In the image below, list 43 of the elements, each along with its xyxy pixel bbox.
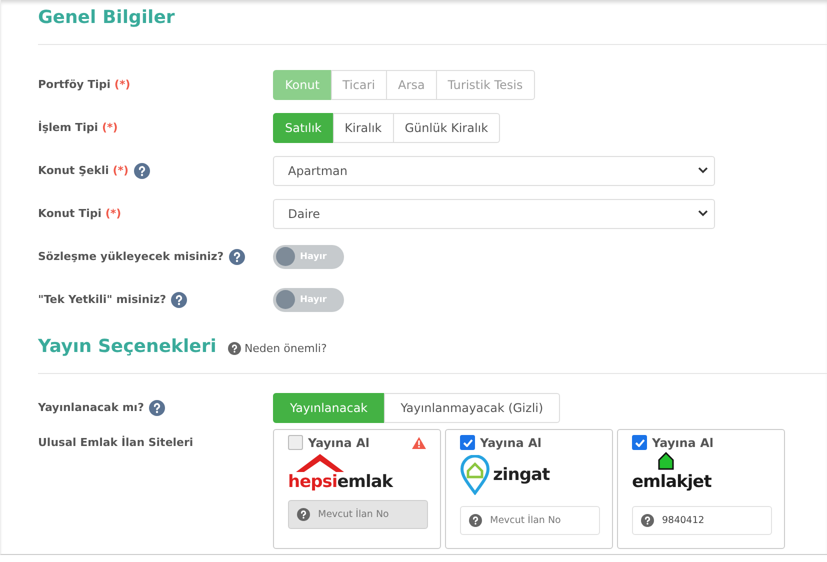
site-logo-text: zingat (493, 465, 550, 485)
checkbox-label: Yayına Al (652, 436, 714, 450)
listing-number-field[interactable]: 9840412 (632, 506, 772, 535)
field-label: Portföy Tipi (*) (38, 78, 130, 91)
info-link[interactable]: Neden önemli? (244, 342, 327, 354)
checkbox[interactable] (288, 435, 303, 450)
checkmark-icon (634, 438, 644, 446)
checkbox[interactable] (460, 435, 475, 450)
chevron-down-icon (698, 167, 708, 174)
segment-tab[interactable]: Yayınlanmayacak (Gizli) (384, 392, 560, 422)
help-icon[interactable] (469, 514, 482, 527)
help-icon[interactable] (228, 248, 245, 264)
help-icon[interactable] (148, 400, 165, 416)
field-label: Konut Tipi (*) (38, 207, 122, 220)
help-icon[interactable] (641, 514, 654, 527)
checkbox-label: Yayına Al (480, 436, 542, 450)
field-label: İşlem Tipi (*) (38, 121, 118, 134)
field-label: Ulusal Emlak İlan Siteleri (38, 436, 194, 449)
dropdown-select[interactable]: Daire (273, 198, 715, 228)
field-label: Sözleşme yükleyecek misiniz? (38, 250, 224, 263)
listing-number-field[interactable]: Mevcut İlan No (460, 506, 600, 535)
segment-tab[interactable]: Yayınlanacak (273, 392, 385, 422)
checkmark-icon (462, 438, 472, 446)
checkbox[interactable] (632, 435, 647, 450)
segment-tab[interactable]: Satılık (273, 112, 334, 142)
help-icon[interactable] (134, 162, 150, 178)
site-logo-text: emlakjet (632, 472, 712, 492)
help-icon[interactable] (228, 342, 242, 354)
chevron-down-icon (698, 210, 708, 217)
field-label: "Tek Yetkili" misiniz? (38, 293, 166, 306)
section-title: Genel Bilgiler (38, 6, 175, 28)
segment-tab[interactable]: Günlük Kiralık (392, 112, 500, 142)
help-icon[interactable] (171, 292, 188, 308)
site-logo-text: hepsiemlak (288, 472, 393, 492)
house-icon (658, 452, 674, 472)
warning-icon (412, 436, 426, 448)
section-title: Yayın Seçenekleri (38, 336, 216, 356)
map-pin-icon (460, 455, 490, 495)
field-label: Yayınlanacak mı? (38, 401, 144, 414)
segment-tab[interactable]: Kiralık (332, 112, 394, 142)
dropdown-select[interactable]: Apartman (273, 156, 715, 186)
field-label: Konut Şekli (*) (38, 164, 129, 177)
checkbox-label: Yayına Al (308, 436, 370, 450)
